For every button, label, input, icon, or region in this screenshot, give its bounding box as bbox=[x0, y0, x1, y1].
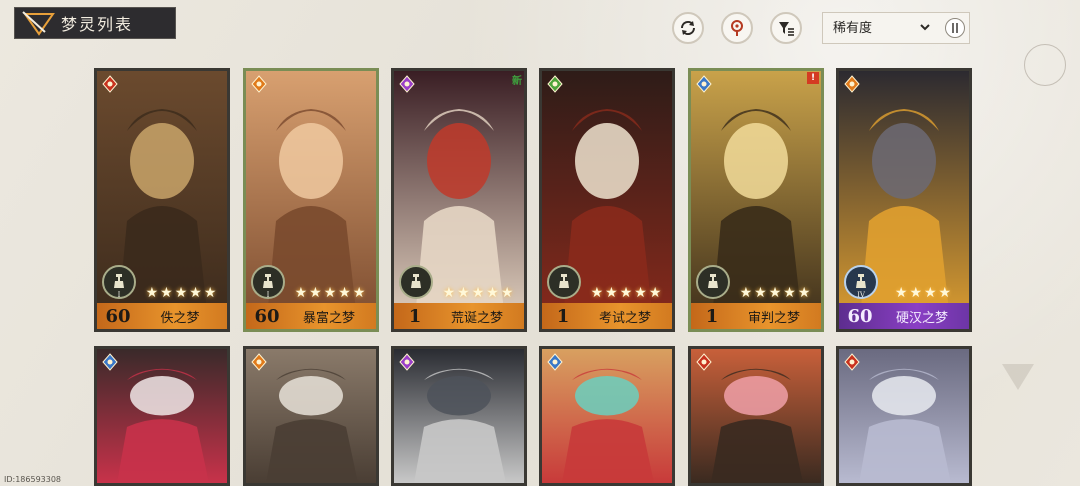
location-pin-icon bbox=[731, 20, 743, 36]
level-text: 1 bbox=[556, 305, 570, 327]
triangle-logo-icon bbox=[15, 8, 61, 38]
level-text: 60 bbox=[105, 305, 131, 327]
filter-button[interactable] bbox=[770, 12, 802, 44]
refresh-button[interactable] bbox=[672, 12, 704, 44]
alert-tag: ! bbox=[807, 72, 819, 84]
card-info-bar: 60 硬汉之梦 bbox=[839, 303, 969, 329]
rank-text: I bbox=[117, 291, 121, 299]
character-card[interactable] bbox=[243, 346, 379, 486]
new-tag: 新 bbox=[512, 76, 522, 87]
element-icon bbox=[843, 353, 861, 371]
rank-text: I bbox=[266, 291, 270, 299]
level-text: 1 bbox=[705, 305, 719, 327]
rank-badge-icon: IV bbox=[844, 265, 878, 299]
character-card[interactable]: I ★★★★★ 60 暴富之梦 bbox=[243, 68, 379, 332]
character-name: 佚之梦 bbox=[160, 310, 200, 326]
sort-order-icon bbox=[952, 23, 958, 33]
sort-dropdown[interactable]: 稀有度 bbox=[822, 12, 970, 44]
card-info-bar: 60 暴富之梦 bbox=[246, 303, 376, 329]
element-icon bbox=[398, 75, 416, 93]
character-name: 硬汉之梦 bbox=[895, 310, 948, 326]
rank-badge-icon: I bbox=[102, 265, 136, 299]
level-text: 60 bbox=[847, 305, 873, 327]
decorative-circle bbox=[1024, 44, 1066, 86]
star-rating: ★★★★★ bbox=[442, 285, 516, 301]
decorative-triangle bbox=[1002, 364, 1034, 390]
character-card[interactable]: ! ★★★★★ 1 审判之梦 bbox=[688, 68, 824, 332]
star-rating: ★★★★★ bbox=[294, 285, 368, 301]
character-name: 审判之梦 bbox=[747, 310, 800, 326]
star-rating: ★★★★★ bbox=[739, 285, 813, 301]
rank-text: IV bbox=[857, 291, 865, 299]
page-title: 梦灵列表 bbox=[61, 15, 134, 34]
star-rating: ★★★★ bbox=[894, 285, 954, 301]
character-card[interactable] bbox=[94, 346, 230, 486]
user-id-text: ID:186593308 bbox=[4, 475, 62, 484]
filter-icon bbox=[779, 22, 794, 36]
element-icon bbox=[546, 75, 564, 93]
character-card[interactable] bbox=[688, 346, 824, 486]
character-card[interactable]: I ★★★★★ 60 佚之梦 bbox=[94, 68, 230, 332]
sort-order-toggle[interactable] bbox=[945, 18, 965, 38]
character-card[interactable] bbox=[539, 346, 675, 486]
page-title-bar: 梦灵列表 bbox=[14, 7, 176, 39]
level-text: 60 bbox=[254, 305, 280, 327]
element-icon bbox=[398, 353, 416, 371]
rank-badge-icon bbox=[399, 265, 433, 299]
card-info-bar: 1 审判之梦 bbox=[691, 303, 821, 329]
level-text: 1 bbox=[408, 305, 422, 327]
rank-badge-icon: I bbox=[251, 265, 285, 299]
refresh-icon bbox=[680, 20, 696, 36]
element-icon bbox=[101, 353, 119, 371]
element-icon bbox=[843, 75, 861, 93]
star-rating: ★★★★★ bbox=[145, 285, 219, 301]
star-rating: ★★★★★ bbox=[590, 285, 664, 301]
element-icon bbox=[250, 75, 268, 93]
character-card[interactable]: ★★★★★ 1 考试之梦 bbox=[539, 68, 675, 332]
card-info-bar: 60 佚之梦 bbox=[97, 303, 227, 329]
chevron-down-icon bbox=[920, 24, 930, 31]
card-info-bar: 1 考试之梦 bbox=[542, 303, 672, 329]
rank-badge-icon bbox=[696, 265, 730, 299]
sort-selected-value: 稀有度 bbox=[833, 21, 873, 36]
character-card[interactable] bbox=[391, 346, 527, 486]
element-icon bbox=[101, 75, 119, 93]
locate-button[interactable] bbox=[721, 12, 753, 44]
card-info-bar: 1 荒诞之梦 bbox=[394, 303, 524, 329]
character-card[interactable] bbox=[836, 346, 972, 486]
element-icon bbox=[546, 353, 564, 371]
element-icon bbox=[695, 353, 713, 371]
rank-badge-icon bbox=[547, 265, 581, 299]
element-icon bbox=[695, 75, 713, 93]
character-name: 暴富之梦 bbox=[302, 310, 355, 326]
element-icon bbox=[250, 353, 268, 371]
character-name: 荒诞之梦 bbox=[450, 310, 503, 326]
character-card[interactable]: IV ★★★★ 60 硬汉之梦 bbox=[836, 68, 972, 332]
character-name: 考试之梦 bbox=[598, 310, 651, 326]
character-card[interactable]: 新 ★★★★★ 1 荒诞之梦 bbox=[391, 68, 527, 332]
